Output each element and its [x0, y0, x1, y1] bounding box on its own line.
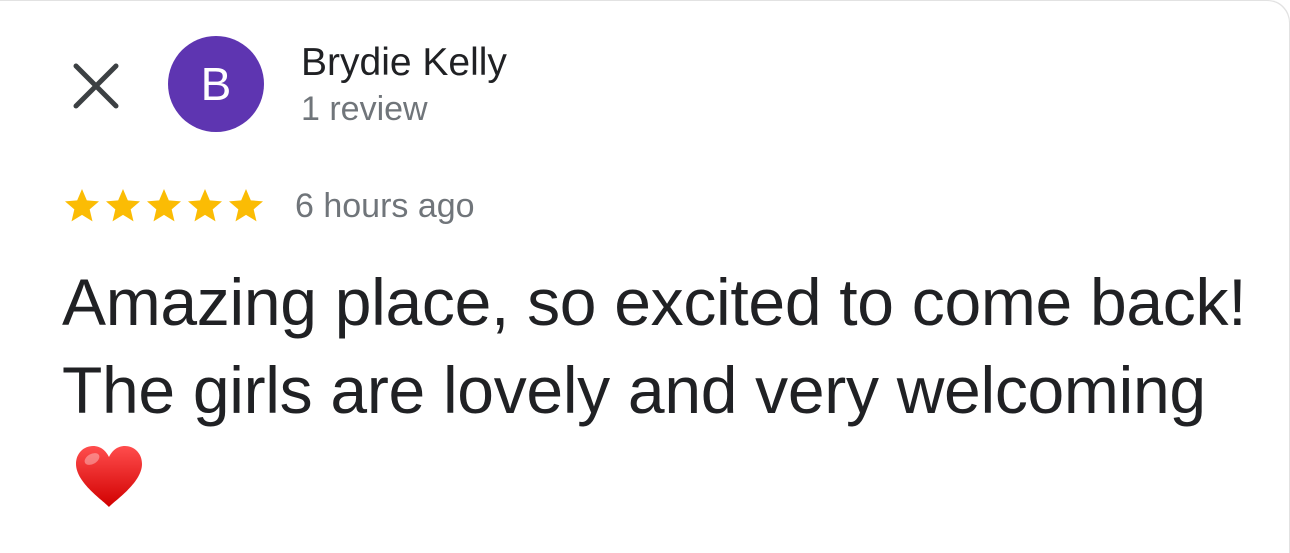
review-text-content: Amazing place, so excited to come back! … — [62, 265, 1247, 427]
star-icon — [106, 189, 140, 222]
avatar-letter: B — [200, 58, 232, 110]
close-button[interactable] — [68, 58, 124, 114]
red-heart-icon — [76, 446, 142, 507]
star-rating — [62, 184, 266, 228]
review-text: Amazing place, so excited to come back! … — [62, 258, 1262, 522]
review-count[interactable]: 1 review — [301, 88, 428, 130]
review-card: B Brydie Kelly 1 review 6 hours ago Amaz… — [0, 0, 1290, 553]
star-icon — [65, 189, 99, 222]
avatar[interactable]: B — [168, 36, 264, 132]
star-icon — [188, 189, 222, 222]
review-time: 6 hours ago — [295, 187, 475, 225]
close-icon — [73, 63, 119, 109]
reviewer-name[interactable]: Brydie Kelly — [301, 40, 507, 86]
star-icon — [147, 189, 181, 222]
star-icon — [229, 189, 263, 222]
